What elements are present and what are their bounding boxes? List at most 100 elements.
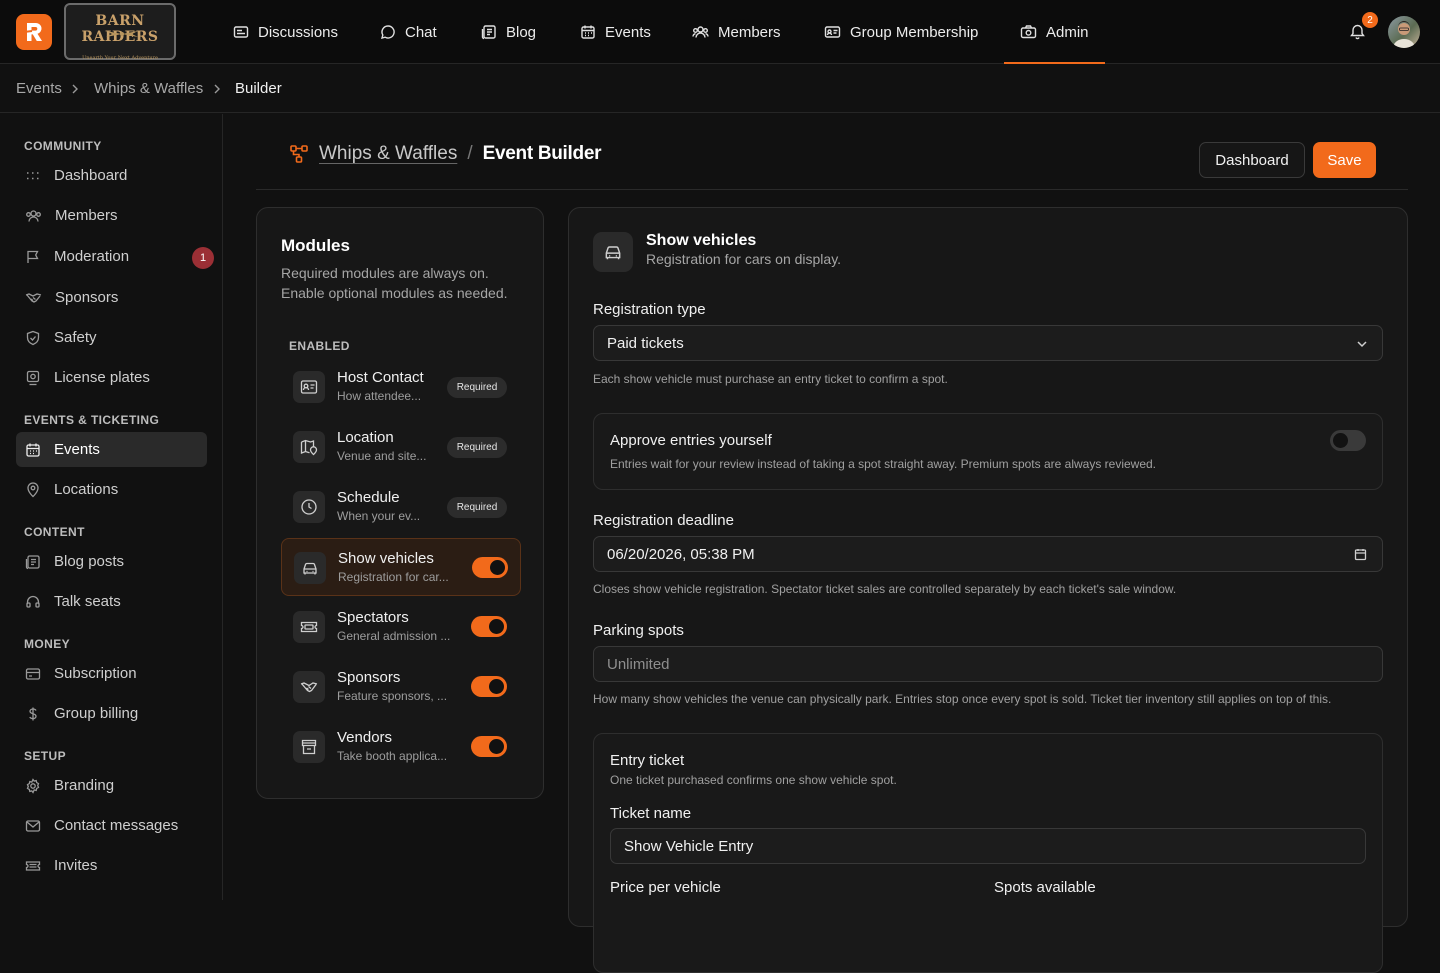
module-icon [294,552,326,584]
brand-logo[interactable]: BARN RAIDERS Unearth Your Next Adventure [64,3,176,61]
ticket-name-label: Ticket name [610,805,692,822]
sidebar-item-group-billing[interactable]: Group billing [16,696,207,731]
nav-members[interactable]: Members [692,0,781,64]
sidebar-item-branding[interactable]: Branding [16,768,207,803]
module-icon [293,611,325,643]
sidebar-item-label: Branding [54,777,115,794]
nav-group-membership[interactable]: Group Membership [824,0,978,64]
calendar-icon [26,443,40,457]
flag-icon [27,250,39,263]
sidebar-item-locations[interactable]: Locations [16,472,207,507]
required-badge: Required [447,437,507,458]
sidebar-item-members[interactable]: Members [16,198,207,233]
module-icon [293,371,325,403]
nav-label: Group Membership [850,23,979,41]
sidebar-item-invites[interactable]: Invites [16,848,207,883]
module-description: Venue and site... [337,449,427,463]
module-name: Vendors [337,729,393,746]
module-schedule[interactable]: Schedule When your ev... Required [281,478,521,536]
event-name-link[interactable]: Whips & Waffles [319,143,457,165]
required-badge: Required [447,497,507,518]
map-pin-icon [27,481,39,497]
module-show-vehicles[interactable]: Show vehicles Registration for car... [281,538,521,596]
registration-type-select[interactable]: Paid tickets [593,325,1383,361]
module-toggle[interactable] [471,736,507,757]
module-icon [593,232,633,272]
moderation-count-badge: 1 [192,247,214,269]
sidebar-item-label: Sponsors [55,289,119,306]
nav-label: Members [718,23,781,41]
shield-check-icon [26,330,40,345]
sidebar-item-talk-seats[interactable]: Talk seats [16,584,207,619]
module-host-contact[interactable]: Host Contact How attendee... Required [281,358,521,416]
sidebar-item-label: Locations [54,481,119,498]
sidebar-item-events[interactable]: Events [16,432,207,467]
sidebar-item-subscription[interactable]: Subscription [16,656,207,691]
sidebar-item-safety[interactable]: Safety [16,320,207,355]
module-spectators[interactable]: Spectators General admission ... [281,598,521,656]
breadcrumb-current: Builder [235,80,282,97]
title-separator: / [467,143,473,164]
module-toggle[interactable] [471,676,507,697]
sidebar-item-dashboard[interactable]: Dashboard [16,158,207,193]
license-plate-icon [26,370,40,385]
modules-panel: Modules Required modules are always on. … [256,207,544,799]
sidebar-item-label: Events [54,441,100,458]
sidebar-item-label: Talk seats [54,593,121,610]
nav-chat[interactable]: Chat [380,0,437,64]
camera-icon [1020,25,1037,39]
page-heading: Event Builder [482,143,602,164]
app-logo[interactable] [16,14,52,50]
calendar-icon [581,25,595,39]
parking-spots-input[interactable]: Unlimited [593,646,1383,682]
registration-type-label: Registration type [593,301,706,318]
people-icon [692,26,709,38]
sidebar-item-license-plates[interactable]: License plates [16,360,207,395]
sidebar-item-moderation[interactable]: Moderation 1 [16,239,214,274]
module-name: Show vehicles [338,550,434,567]
sidebar-item-label: Moderation [54,248,130,265]
sidebar-section-events: EVENTS & TICKETING [24,413,160,427]
module-name: Host Contact [337,369,424,386]
save-button[interactable]: Save [1313,142,1376,178]
nav-blog[interactable]: Blog [481,0,536,64]
approve-entries-toggle[interactable] [1330,430,1366,451]
module-sponsors[interactable]: Sponsors Feature sponsors, ... [281,658,521,716]
module-description: General admission ... [337,629,451,643]
nav-label: Blog [506,23,537,41]
modules-description: Required modules are always on. Enable o… [281,265,508,301]
contact-card-icon [300,380,318,394]
breadcrumb-event[interactable]: Whips & Waffles [94,80,203,97]
module-vendors[interactable]: Vendors Take booth applica... [281,718,521,776]
module-name: Location [337,429,394,446]
sidebar-item-sponsors[interactable]: Sponsors [16,280,207,315]
toggle-knob [489,619,504,634]
nav-admin[interactable]: Admin [1020,0,1089,64]
sidebar-item-contact-messages[interactable]: Contact messages [16,808,207,843]
calendar-icon[interactable] [1354,548,1367,561]
spots-available-label: Spots available [994,879,1096,896]
chevron-down-icon [1357,341,1367,348]
ticket-name-input[interactable]: Show Vehicle Entry [610,828,1366,864]
dashboard-button[interactable]: Dashboard [1199,142,1305,178]
sidebar-item-label: Dashboard [54,167,128,184]
registration-deadline-input[interactable]: 06/20/2026, 05:38 PM [593,536,1383,572]
sidebar-item-label: Group billing [54,705,139,722]
handshake-icon [300,682,318,693]
newspaper-icon [233,26,249,38]
people-icon [26,209,41,222]
nav-label: Events [605,23,651,41]
brand-name: BARN RAIDERS [81,13,159,45]
breadcrumb-events[interactable]: Events [16,80,62,97]
sidebar-item-blog-posts[interactable]: Blog posts [16,544,207,579]
module-toggle[interactable] [472,557,508,578]
toggle-knob [489,679,504,694]
user-avatar[interactable] [1388,16,1420,48]
envelope-icon [25,819,41,832]
module-location[interactable]: Location Venue and site... Required [281,418,521,476]
price-per-vehicle-label: Price per vehicle [610,879,721,896]
nav-events[interactable]: Events [580,0,651,64]
module-toggle[interactable] [471,616,507,637]
nav-discussions[interactable]: Discussions [233,0,338,64]
module-description: How attendee... [337,389,422,403]
